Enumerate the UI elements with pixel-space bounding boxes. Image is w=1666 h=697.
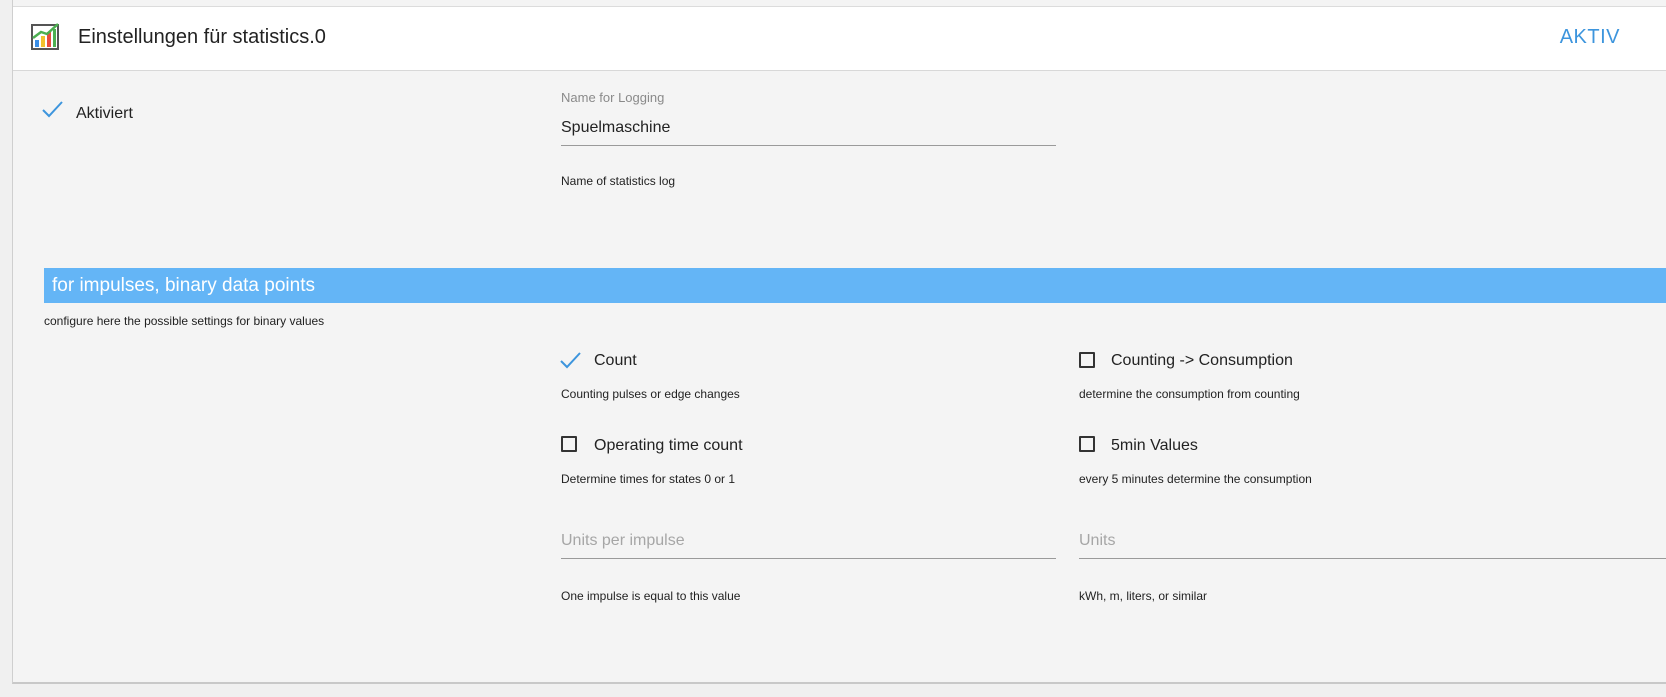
units-input[interactable] [1079,532,1666,559]
statistics-logo-icon [29,20,61,52]
name-field-help: Name of statistics log [561,174,676,188]
units-per-impulse-help: One impulse is equal to this value [561,589,741,603]
count-help: Counting pulses or edge changes [561,387,740,401]
checkmark-icon [560,352,581,369]
operating-time-label: Operating time count [594,437,743,454]
dialog-header: Einstellungen für statistics.0 AKTIV [13,7,1666,71]
enabled-label: Aktiviert [76,105,133,122]
page-title: Einstellungen für statistics.0 [78,26,326,48]
binary-section-header: for impulses, binary data points [44,268,1666,303]
five-min-values-help: every 5 minutes determine the consumptio… [1079,472,1312,486]
five-min-values-label: 5min Values [1111,437,1198,454]
settings-panel: Einstellungen für statistics.0 AKTIV Akt… [12,0,1666,684]
name-input[interactable] [561,119,1056,146]
counting-consumption-label: Counting -> Consumption [1111,352,1293,369]
count-checkbox[interactable] [558,349,582,373]
units-per-impulse-input[interactable] [561,532,1056,559]
counting-consumption-checkbox[interactable] [1079,352,1095,368]
name-field-label: Name for Logging [561,90,665,105]
count-label: Count [594,352,637,369]
operating-time-checkbox[interactable] [561,436,577,452]
five-min-values-checkbox[interactable] [1079,436,1095,452]
counting-consumption-help: determine the consumption from counting [1079,387,1300,401]
binary-section-description: configure here the possible settings for… [44,314,325,328]
aktiv-button[interactable]: AKTIV [1560,26,1620,49]
checkmark-icon [42,101,63,118]
units-help: kWh, m, liters, or similar [1079,589,1208,603]
enabled-checkbox[interactable] [40,98,64,122]
operating-time-help: Determine times for states 0 or 1 [561,472,736,486]
top-divider [13,0,1666,7]
